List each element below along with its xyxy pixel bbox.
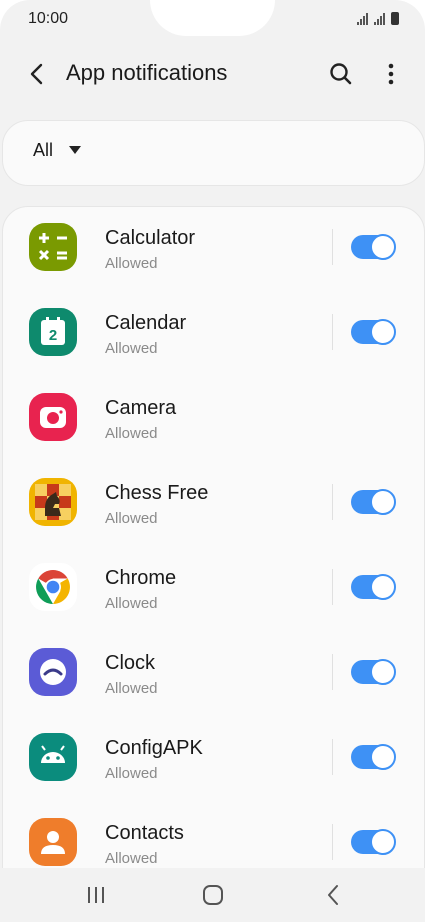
app-row-configapk[interactable]: ConfigAPK Allowed xyxy=(3,717,424,802)
filter-dropdown[interactable]: All xyxy=(2,120,425,186)
camera-icon xyxy=(29,393,77,441)
svg-text:2: 2 xyxy=(49,327,57,344)
app-name: Clock xyxy=(105,652,156,674)
dropdown-arrow-icon xyxy=(69,146,81,154)
status-time: 10:00 xyxy=(28,10,69,27)
navigation-bar xyxy=(0,868,425,922)
battery-icon xyxy=(391,12,399,25)
calculator-icon xyxy=(29,223,77,271)
filter-selected-label: All xyxy=(33,140,54,160)
app-bar: App notifications xyxy=(0,48,425,100)
status-bar: 10:00 xyxy=(0,0,425,40)
app-row-contacts[interactable]: Contacts Allowed xyxy=(3,802,424,875)
chrome-icon xyxy=(29,563,77,611)
app-name: Chess Free xyxy=(105,482,209,504)
more-options-button[interactable] xyxy=(381,60,401,88)
divider xyxy=(332,484,333,520)
page-title: App notifications xyxy=(66,60,228,85)
app-row-chrome[interactable]: Chrome Allowed xyxy=(3,547,424,632)
app-status: Allowed xyxy=(105,595,158,612)
notification-toggle[interactable] xyxy=(351,659,396,685)
notification-toggle[interactable] xyxy=(351,829,396,855)
divider xyxy=(332,314,333,350)
divider xyxy=(332,569,333,605)
app-row-chess-free[interactable]: Chess Free Allowed xyxy=(3,462,424,547)
notification-toggle[interactable] xyxy=(351,319,396,345)
app-name: Camera xyxy=(105,397,177,419)
home-button[interactable] xyxy=(199,882,227,908)
app-status: Allowed xyxy=(105,680,158,697)
signal-icon xyxy=(357,13,368,25)
app-name: Calculator xyxy=(105,227,196,249)
signal-icon xyxy=(374,13,385,25)
app-name: Chrome xyxy=(105,567,177,589)
app-name: Contacts xyxy=(105,822,184,844)
home-icon xyxy=(203,885,223,905)
app-status: Allowed xyxy=(105,425,158,442)
divider xyxy=(332,739,333,775)
chess-icon xyxy=(29,478,77,526)
recent-apps-icon xyxy=(88,887,104,903)
app-status: Allowed xyxy=(105,850,158,867)
divider xyxy=(332,229,333,265)
phone-screen: 10:00 App notifications All Calculator A… xyxy=(0,0,425,922)
app-status: Allowed xyxy=(105,510,158,527)
app-name: Calendar xyxy=(105,312,187,334)
notification-toggle[interactable] xyxy=(351,744,396,770)
notification-toggle[interactable] xyxy=(351,574,396,600)
notification-toggle[interactable] xyxy=(351,489,396,515)
search-button[interactable] xyxy=(327,60,355,88)
more-vertical-icon xyxy=(388,63,394,85)
app-status: Allowed xyxy=(105,340,158,357)
back-nav-icon xyxy=(328,885,338,905)
app-list: Calculator Allowed 2 Calendar Allowed Ca… xyxy=(2,206,425,876)
contacts-icon xyxy=(29,818,77,866)
clock-icon xyxy=(29,648,77,696)
app-row-camera[interactable]: Camera Allowed xyxy=(3,377,424,462)
calendar-icon: 2 xyxy=(29,308,77,356)
app-status: Allowed xyxy=(105,765,158,782)
status-icons xyxy=(357,12,399,25)
back-arrow-icon xyxy=(30,63,43,85)
notification-toggle[interactable] xyxy=(351,234,396,260)
back-nav-button[interactable] xyxy=(320,882,348,908)
divider xyxy=(332,654,333,690)
app-name: ConfigAPK xyxy=(105,737,203,759)
app-row-clock[interactable]: Clock Allowed xyxy=(3,632,424,717)
app-status: Allowed xyxy=(105,255,158,272)
back-button[interactable] xyxy=(24,60,52,88)
android-icon xyxy=(29,733,77,781)
divider xyxy=(332,824,333,860)
search-icon xyxy=(330,63,352,85)
recent-apps-button[interactable] xyxy=(82,882,110,908)
app-row-calculator[interactable]: Calculator Allowed xyxy=(3,207,424,292)
app-row-calendar[interactable]: 2 Calendar Allowed xyxy=(3,292,424,377)
